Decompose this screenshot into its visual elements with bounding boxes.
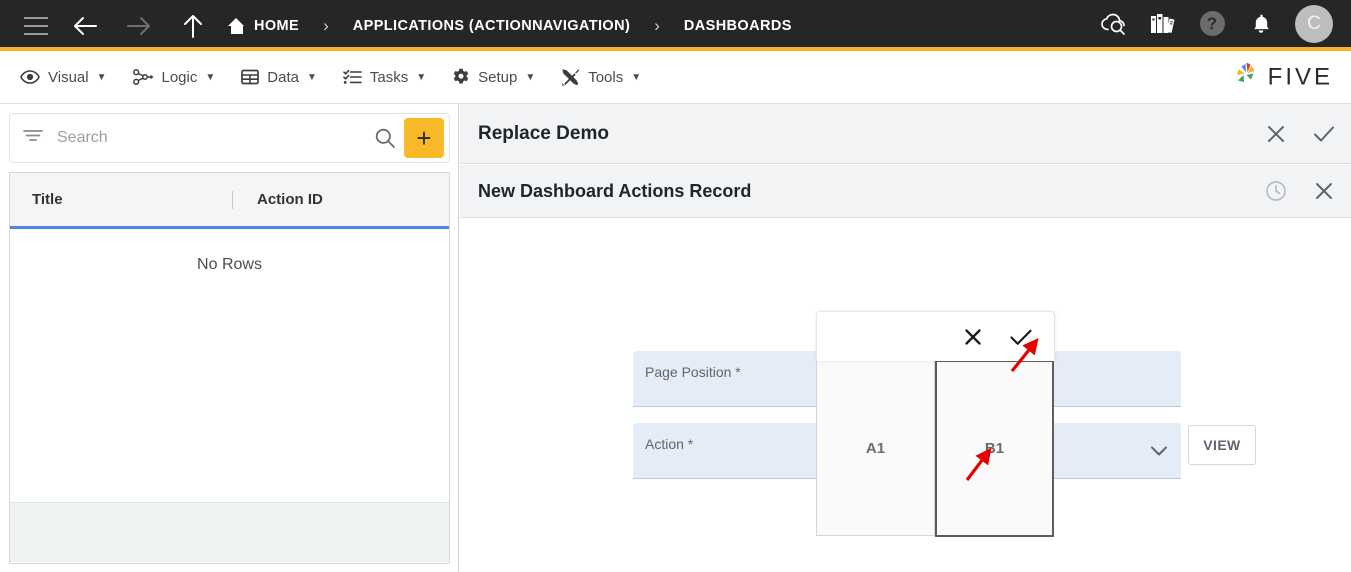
menu-label: Data — [267, 69, 299, 86]
home-icon — [228, 18, 245, 34]
page-title: Replace Demo — [478, 123, 609, 145]
breadcrumb-label: DASHBOARDS — [684, 18, 792, 34]
breadcrumb-label: APPLICATIONS (ACTIONNAVIGATION) — [353, 18, 630, 34]
main-menu-bar: Visual ▼ Logic ▼ — [0, 51, 1351, 104]
sub-header-actions — [1263, 178, 1337, 204]
menu-visual[interactable]: Visual ▼ — [20, 69, 107, 86]
menu-label: Visual — [48, 69, 89, 86]
tools-icon — [561, 68, 580, 86]
breadcrumb-item-applications[interactable]: APPLICATIONS (ACTIONNAVIGATION) — [353, 18, 630, 34]
menu-tools[interactable]: Tools ▼ — [561, 68, 641, 86]
brand-logo: FIVE — [1232, 60, 1333, 95]
grid-header-row: Title Action ID — [10, 173, 449, 229]
form-header-actions — [1263, 121, 1337, 147]
breadcrumb-separator: › — [654, 16, 660, 36]
menu-data[interactable]: Data ▼ — [241, 69, 317, 86]
clock-history-icon[interactable] — [1263, 178, 1289, 204]
forward-arrow-icon[interactable] — [122, 9, 156, 43]
action-label: Action * — [645, 436, 693, 452]
record-title: New Dashboard Actions Record — [478, 181, 751, 202]
top-navigation-bar: HOME › APPLICATIONS (ACTIONNAVIGATION) ›… — [0, 0, 1351, 51]
empty-state-text: No Rows — [10, 256, 449, 274]
layout-cell-a1[interactable]: A1 — [816, 360, 935, 536]
view-button[interactable]: VIEW — [1188, 425, 1256, 465]
layout-picker-confirm-button[interactable] — [1004, 320, 1038, 354]
menu-label: Setup — [478, 69, 517, 86]
menu-setup[interactable]: Setup ▼ — [452, 68, 535, 86]
column-header-action-id[interactable]: Action ID — [257, 191, 323, 208]
chevron-down-icon: ▼ — [205, 72, 215, 83]
left-list-panel: + Title Action ID No Rows — [0, 104, 459, 572]
menu-tasks[interactable]: Tasks ▼ — [343, 69, 426, 86]
layout-picker-cells: A1 B1 — [816, 360, 1054, 537]
grid-footer — [10, 502, 449, 562]
form-header: Replace Demo — [460, 104, 1351, 164]
up-arrow-icon[interactable] — [176, 9, 210, 43]
user-avatar[interactable]: C — [1295, 5, 1333, 43]
menu-label: Tasks — [370, 69, 408, 86]
breadcrumb-item-dashboards[interactable]: DASHBOARDS — [684, 18, 792, 34]
brand-name: FIVE — [1268, 63, 1333, 91]
save-confirm-button[interactable] — [1311, 121, 1337, 147]
five-pinwheel-logo-icon — [1232, 60, 1262, 95]
add-record-button[interactable]: + — [404, 118, 444, 158]
breadcrumb-item-home[interactable]: HOME — [228, 18, 299, 34]
gear-icon — [452, 68, 470, 86]
search-icon[interactable] — [374, 127, 396, 149]
layout-picker-toolbar — [816, 311, 1055, 361]
chevron-down-icon: ▼ — [525, 72, 535, 83]
column-header-title[interactable]: Title — [32, 191, 232, 208]
breadcrumb-separator: › — [323, 16, 329, 36]
breadcrumb: HOME › APPLICATIONS (ACTIONNAVIGATION) ›… — [228, 16, 792, 36]
app-root: HOME › APPLICATIONS (ACTIONNAVIGATION) ›… — [0, 0, 1351, 572]
chevron-down-icon: ▼ — [97, 72, 107, 83]
help-question-glyph: ? — [1200, 11, 1225, 36]
table-grid-icon — [241, 69, 259, 85]
menu-label: Logic — [162, 69, 198, 86]
plus-icon: + — [416, 125, 431, 151]
back-arrow-icon[interactable] — [68, 9, 102, 43]
layout-cell-label: B1 — [985, 440, 1004, 457]
column-divider[interactable] — [232, 191, 233, 209]
cancel-button[interactable] — [1263, 121, 1289, 147]
hamburger-menu-icon[interactable] — [24, 17, 48, 35]
menu-logic[interactable]: Logic ▼ — [133, 69, 216, 86]
menu-label: Tools — [588, 69, 623, 86]
close-record-button[interactable] — [1311, 178, 1337, 204]
chevron-down-icon: ▼ — [631, 72, 641, 83]
bell-notification-icon[interactable] — [1246, 9, 1276, 39]
help-icon[interactable]: ? — [1197, 9, 1227, 39]
checklist-icon — [343, 69, 362, 85]
breadcrumb-label: HOME — [254, 18, 299, 34]
layout-picker-cancel-button[interactable] — [956, 320, 990, 354]
books-library-icon[interactable] — [1148, 9, 1178, 39]
grid-body: No Rows — [10, 229, 449, 502]
cloud-search-icon[interactable] — [1099, 9, 1129, 39]
chevron-down-icon[interactable] — [1149, 444, 1169, 457]
logic-nodes-icon — [133, 69, 154, 85]
search-input[interactable] — [57, 129, 374, 147]
layout-cell-label: A1 — [866, 440, 885, 457]
chevron-down-icon: ▼ — [416, 72, 426, 83]
filter-icon[interactable] — [23, 129, 43, 147]
page-position-label: Page Position * — [645, 364, 741, 380]
eye-icon — [20, 70, 40, 84]
top-bar-actions: ? C — [1099, 0, 1333, 47]
records-grid: Title Action ID No Rows — [9, 172, 450, 564]
layout-cell-b1[interactable]: B1 — [935, 360, 1054, 537]
search-bar: + — [9, 113, 450, 163]
chevron-down-icon: ▼ — [307, 72, 317, 83]
record-sub-header: New Dashboard Actions Record — [460, 165, 1351, 218]
